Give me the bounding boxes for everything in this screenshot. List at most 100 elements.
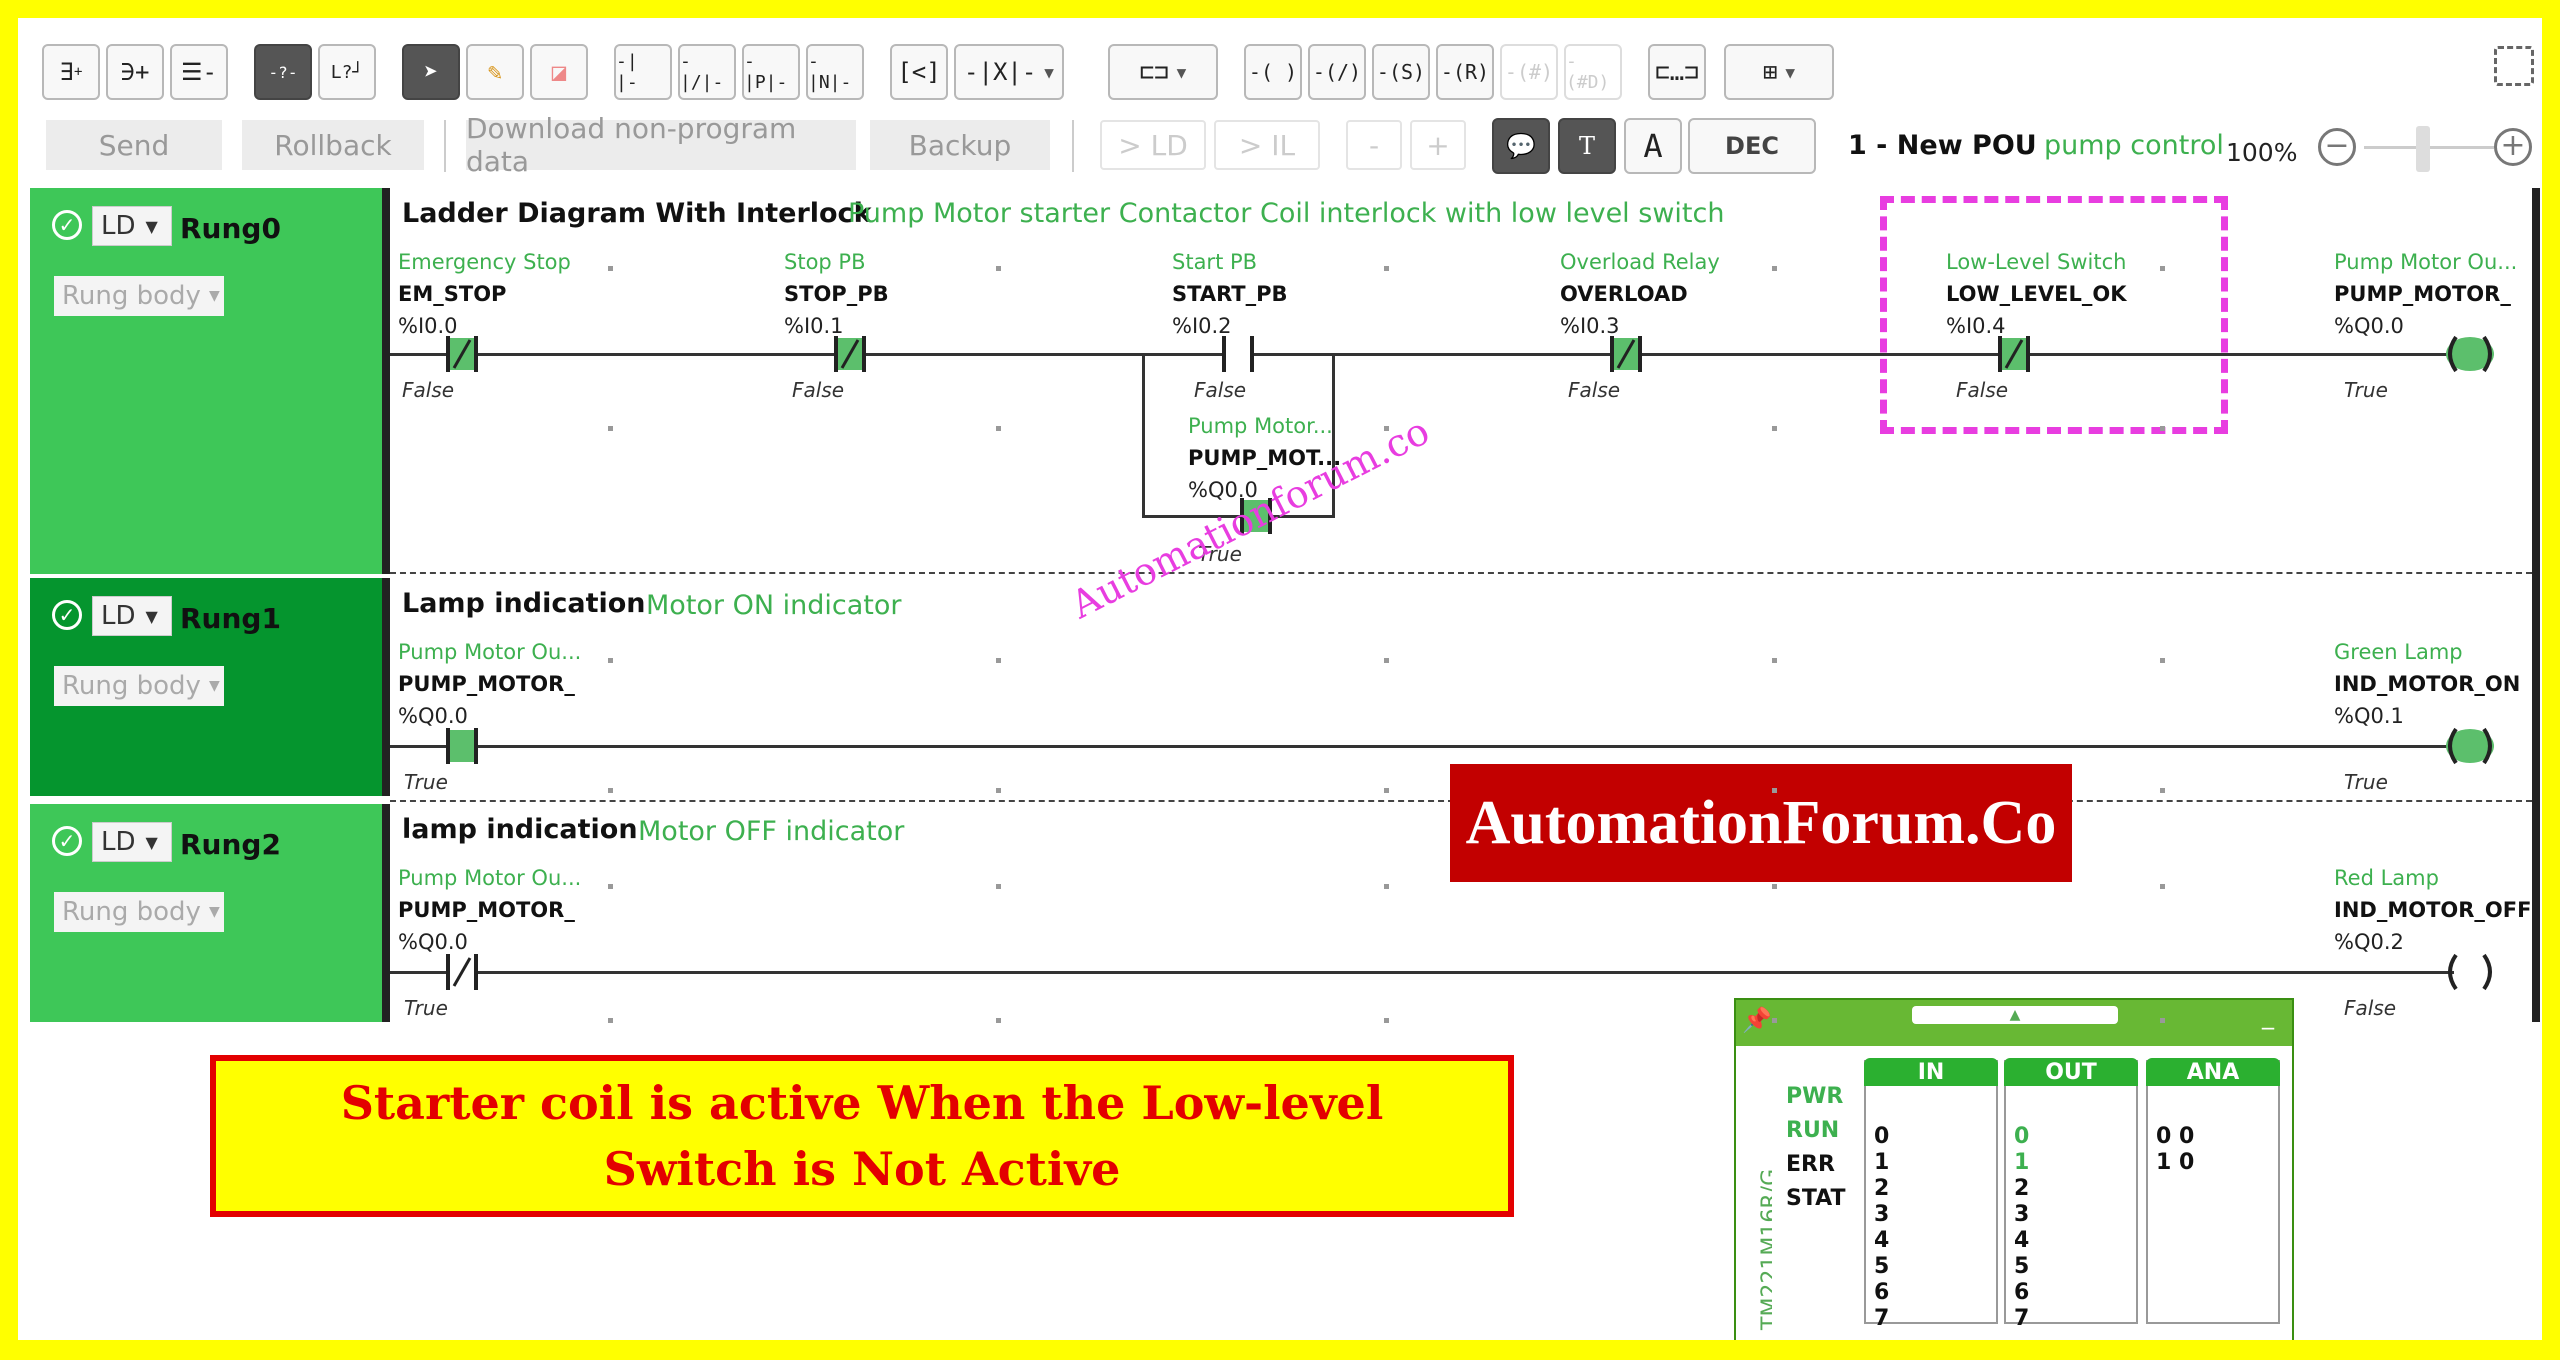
minus-button[interactable]: - (1346, 120, 1402, 170)
function-block-icon[interactable]: ⊏⊐ ▼ (1108, 44, 1218, 100)
contact-nc-icon[interactable] (442, 336, 482, 372)
in-3: 3 (1874, 1202, 1890, 1227)
minimize-icon[interactable]: _ (2262, 1002, 2274, 1030)
contact-label: Emergency Stop (398, 250, 571, 274)
rung-header-1[interactable]: ✓ LD ▼ Rung1 Rung body ▼ (30, 578, 382, 796)
in-1: 1 (1874, 1150, 1890, 1175)
caption-line-2: Switch is Not Active (603, 1142, 1121, 1196)
check-icon[interactable]: ✓ (52, 826, 82, 856)
grid-dot (608, 658, 613, 663)
insert-branch-icon[interactable]: ∋+ (106, 44, 164, 100)
dec-button[interactable]: DEC (1688, 118, 1816, 174)
coil-address: %Q0.0 (2334, 314, 2404, 338)
download-button[interactable]: Download non-program data (466, 112, 856, 178)
grid-dot (1772, 426, 1777, 431)
contact-unknown-icon[interactable]: -?- (254, 44, 312, 100)
text-icon[interactable]: T (1558, 118, 1616, 174)
out-6: 6 (2014, 1280, 2030, 1305)
pin-icon[interactable]: 📌 (1742, 1006, 1772, 1034)
pencil-icon[interactable]: ✎ (466, 44, 524, 100)
contact-p-icon[interactable]: -|P|- (742, 44, 800, 100)
rung-body-select[interactable]: Rung body ▼ (54, 892, 224, 932)
comment-icon[interactable]: 💬 (1492, 118, 1550, 174)
contact-nc-icon[interactable] (1606, 336, 1646, 372)
contact-no-icon[interactable] (442, 728, 482, 764)
fullscreen-icon[interactable] (2494, 46, 2534, 86)
contact-no-icon[interactable]: -| |- (614, 44, 672, 100)
contact-label: Stop PB (784, 250, 866, 274)
insert-rung-icon[interactable]: ∃ + (42, 44, 100, 100)
zoom-slider-handle[interactable] (2416, 126, 2430, 172)
ana-1: 1 0 (2156, 1150, 2195, 1175)
coil-icon[interactable] (2440, 726, 2500, 766)
contact-nc-icon[interactable] (1994, 336, 2034, 372)
coil-unknown-icon[interactable]: L?┘ (318, 44, 376, 100)
send-button[interactable]: Send (46, 120, 222, 170)
check-icon[interactable]: ✓ (52, 600, 82, 630)
language-select[interactable]: LD ▼ (92, 206, 172, 246)
font-size-icon[interactable]: A (1624, 118, 1682, 174)
grid-dot (2160, 1018, 2165, 1023)
coil-label: Pump Motor Ou... (2334, 250, 2518, 274)
zoom-out-icon[interactable]: − (2318, 128, 2356, 166)
operation-block-icon[interactable]: -|X|- ▼ (954, 44, 1064, 100)
grid-dot (608, 266, 613, 271)
language-select[interactable]: LD ▼ (92, 822, 172, 862)
pointer-icon[interactable]: ➤ (402, 44, 460, 100)
coil-icon[interactable] (2440, 334, 2500, 374)
convert-ld-button[interactable]: > LD (1100, 120, 1206, 170)
rung-comment: Motor OFF indicator (638, 816, 905, 847)
language-select[interactable]: LD ▼ (92, 596, 172, 636)
contact-nc-icon[interactable] (442, 954, 482, 990)
rung-header-2[interactable]: ✓ LD ▼ Rung2 Rung body ▼ (30, 804, 382, 1022)
convert-il-button[interactable]: > IL (1214, 120, 1320, 170)
contact-address: %I0.1 (784, 314, 844, 338)
out-1: 1 (2014, 1150, 2030, 1175)
backup-button[interactable]: Backup (870, 120, 1050, 170)
grid-dot (1384, 658, 1389, 663)
toolbar-separator (444, 120, 446, 172)
rung-body-value: Rung body (62, 281, 201, 311)
contact-n-icon[interactable]: -|N|- (806, 44, 864, 100)
coil-icon[interactable] (2440, 952, 2500, 992)
coil-set-icon[interactable]: -(S) (1372, 44, 1430, 100)
delete-rung-icon[interactable]: ☰- (170, 44, 228, 100)
contact-variable: OVERLOAD (1560, 282, 1688, 306)
contact-nc-icon[interactable] (830, 336, 870, 372)
rung-body-select[interactable]: Rung body ▼ (54, 276, 224, 316)
coil-negated-icon[interactable]: -(/) (1308, 44, 1366, 100)
in-4: 4 (1874, 1228, 1890, 1253)
stat-led: STAT (1786, 1186, 1846, 1211)
contact-no-icon[interactable] (1218, 336, 1258, 372)
grid-dot (2160, 658, 2165, 663)
zoom-level: 100% (2226, 138, 2298, 167)
in-7: 7 (1874, 1306, 1890, 1331)
ana-header: ANA (2146, 1058, 2280, 1086)
rung-header-0[interactable]: ✓ LD ▼ Rung0 Rung body ▼ (30, 188, 382, 574)
coil-hashd-icon[interactable]: -(#D) (1564, 44, 1622, 100)
box-icon[interactable]: ⊏…⊐ (1648, 44, 1706, 100)
rung-body-select[interactable]: Rung body ▼ (54, 666, 224, 706)
out-list: 0 1 2 3 4 5 6 7 (2014, 1124, 2029, 1332)
grid-dot (2160, 884, 2165, 889)
rollback-button[interactable]: Rollback (242, 120, 424, 170)
check-icon[interactable]: ✓ (52, 210, 82, 240)
coil-icon[interactable]: -( ) (1244, 44, 1302, 100)
contact-nc-icon[interactable]: -|/|- (678, 44, 736, 100)
contact-label: Overload Relay (1560, 250, 1720, 274)
brand-logo: AutomationForum.Co (1450, 764, 2072, 882)
contact-state: True (404, 770, 448, 794)
coil-hash-icon[interactable]: -(#) (1500, 44, 1558, 100)
zoom-in-icon[interactable]: + (2494, 128, 2532, 166)
rung-comment: Motor ON indicator (646, 590, 902, 621)
plus-button[interactable]: + (1410, 120, 1466, 170)
coil-label: Red Lamp (2334, 866, 2439, 890)
compare-block-icon[interactable]: [<] (890, 44, 948, 100)
add-box-icon[interactable]: ⊞ ▼ (1724, 44, 1834, 100)
language-value: LD (101, 601, 136, 631)
coil-state: False (2344, 996, 2397, 1020)
eraser-icon[interactable]: ◪ (530, 44, 588, 100)
coil-reset-icon[interactable]: -(R) (1436, 44, 1494, 100)
collapse-handle[interactable]: ▲ (1912, 1006, 2118, 1024)
out-header: OUT (2004, 1058, 2138, 1086)
